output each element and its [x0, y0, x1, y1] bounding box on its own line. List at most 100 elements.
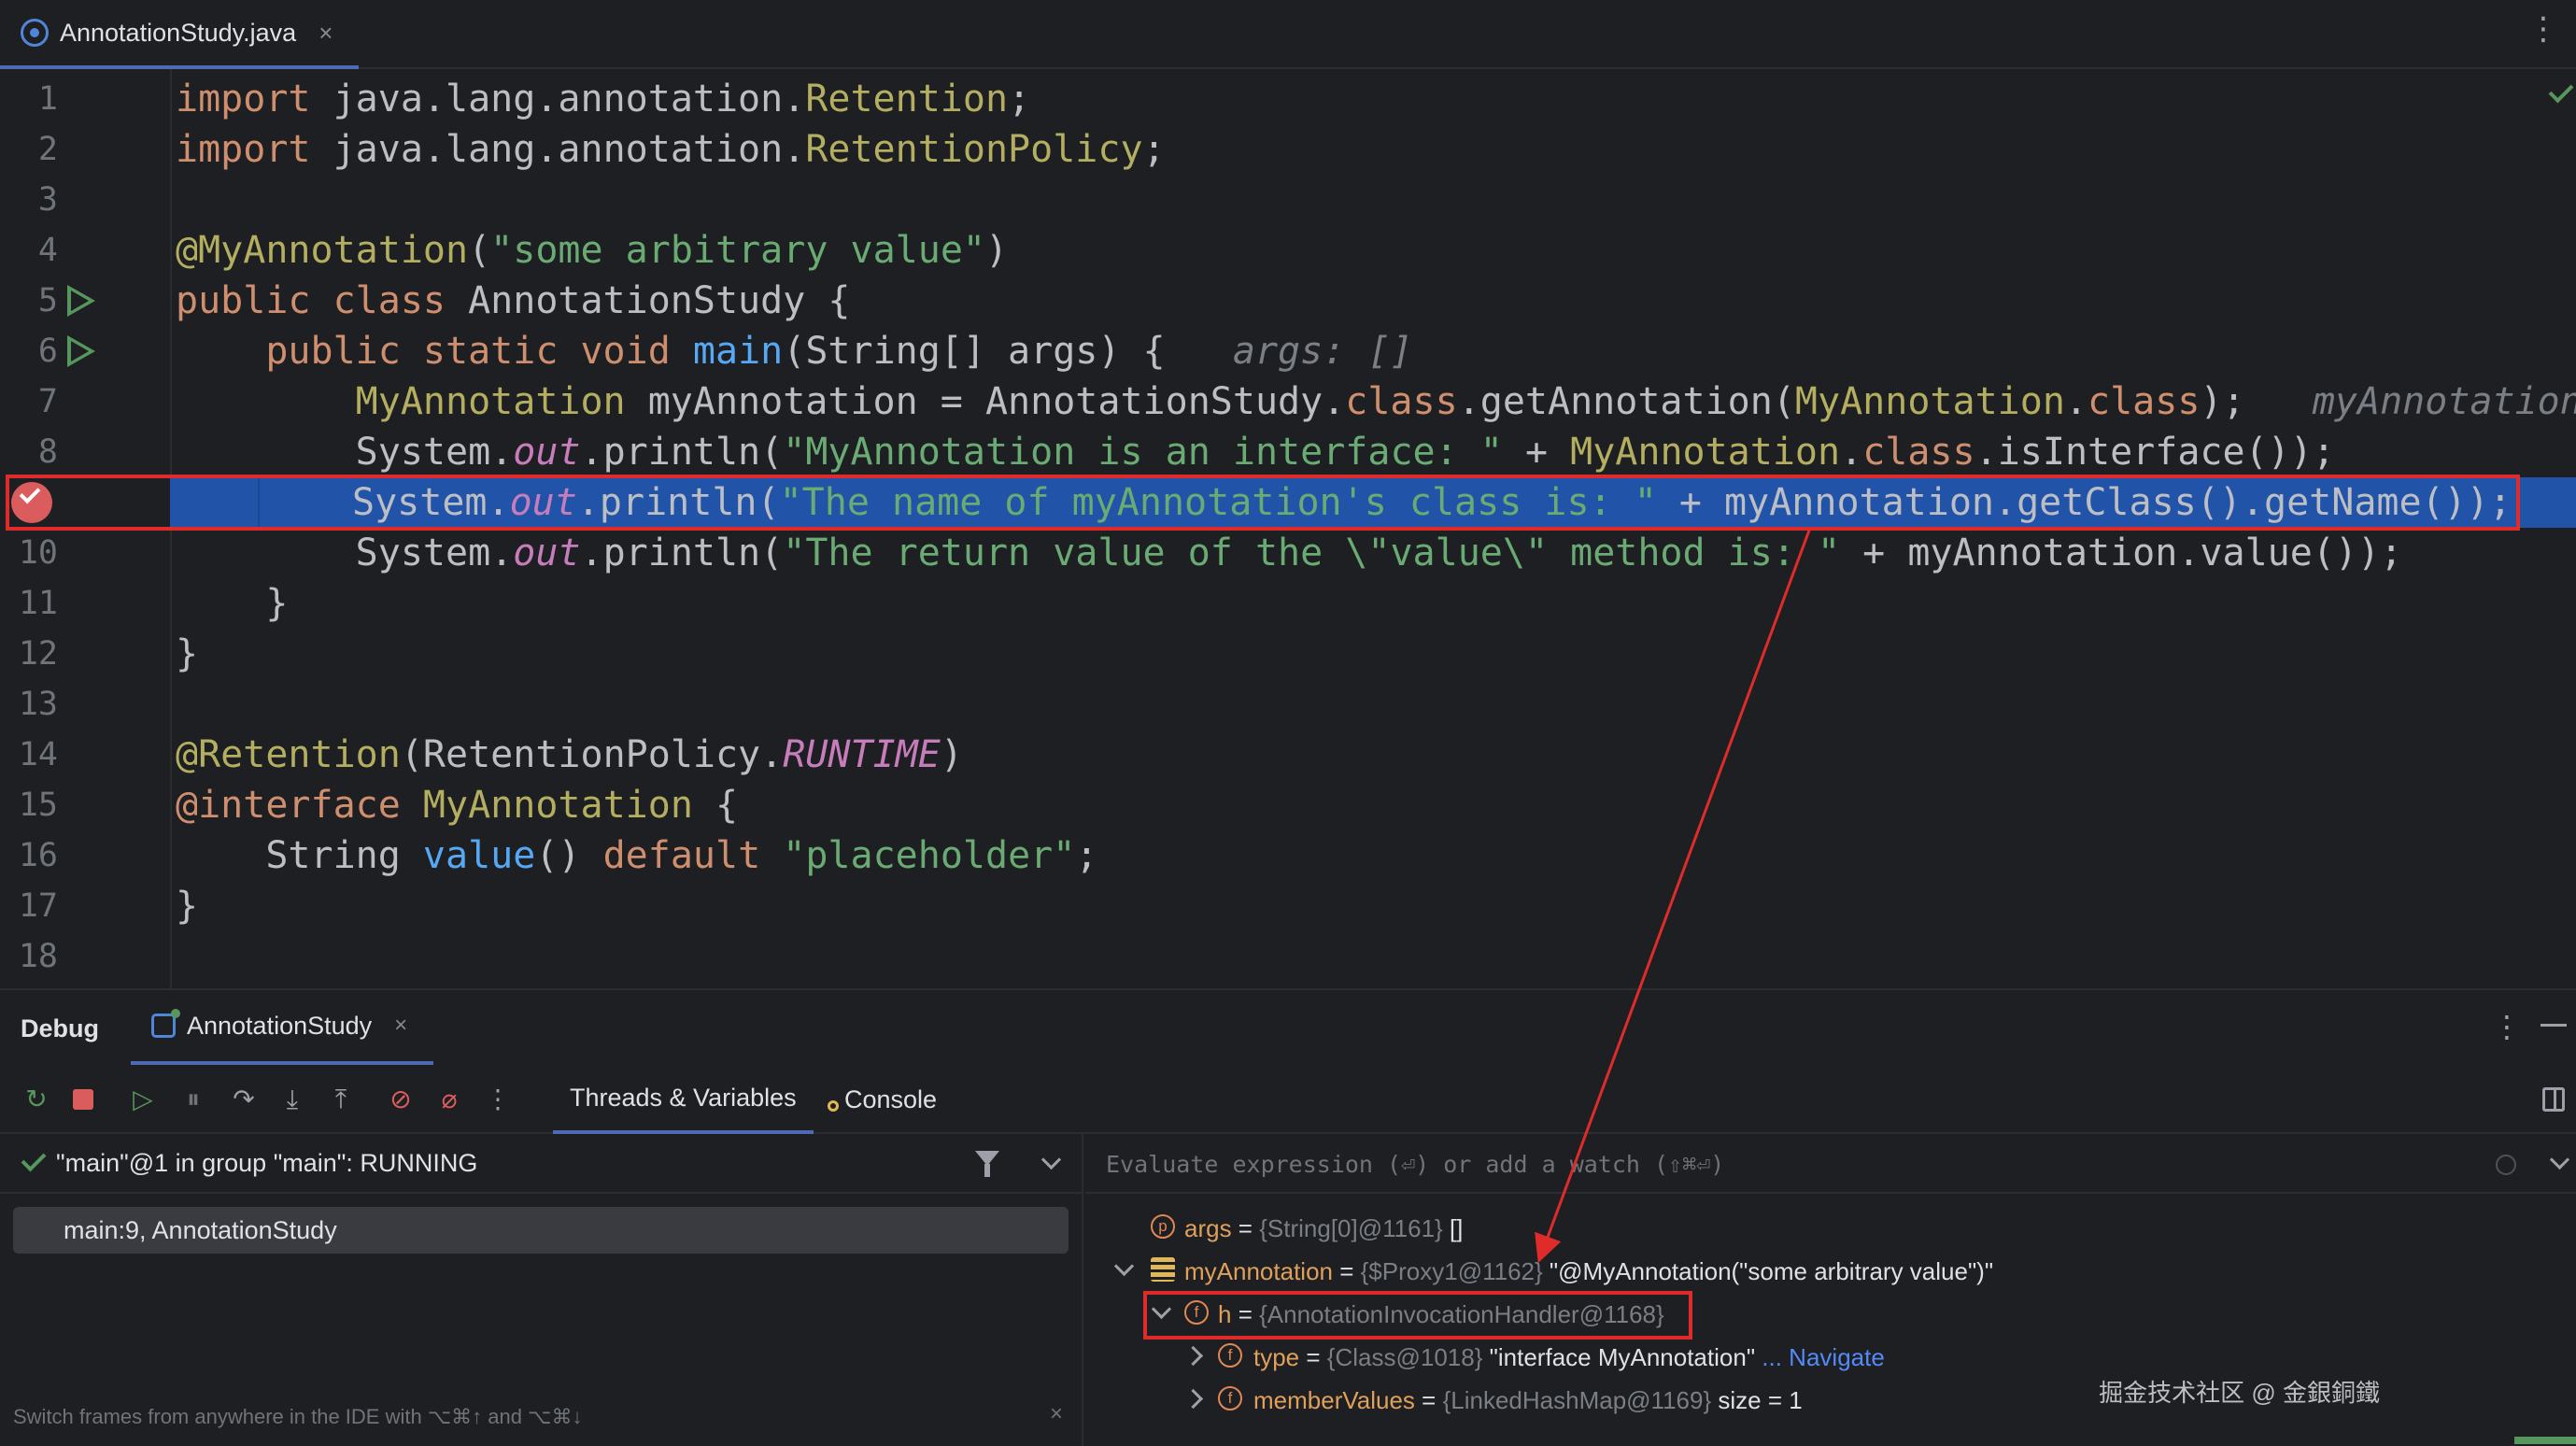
watermark-text: 掘金技术社区 @ 金銀銅鐵: [2099, 1379, 2380, 1407]
inline-value-hint: myAnnotation:: [2312, 380, 2576, 423]
code-text: MyAnnotation myAnnotation = AnnotationSt…: [176, 376, 2576, 427]
chevron-right-icon[interactable]: [1182, 1388, 1204, 1410]
tab-console-label: Console: [844, 1084, 938, 1113]
var-value: "interface MyAnnotation": [1489, 1343, 1756, 1371]
mute-breakpoints-icon[interactable]: ⌀: [433, 1084, 465, 1115]
line-number[interactable]: 5: [0, 276, 58, 326]
code-line-11: 11 }: [0, 578, 2576, 629]
close-hint-icon[interactable]: ×: [1050, 1401, 1063, 1427]
filter-icon[interactable]: [975, 1151, 999, 1177]
line-number[interactable]: 18: [0, 931, 58, 982]
var-name: myAnnotation: [1184, 1257, 1333, 1285]
minimize-icon[interactable]: [2541, 1024, 2567, 1027]
layout-settings-icon[interactable]: [2542, 1087, 2565, 1112]
code-text: }: [176, 582, 289, 625]
line-number[interactable]: 7: [0, 376, 58, 427]
run-main-icon[interactable]: [67, 335, 95, 367]
close-tab-icon[interactable]: ×: [318, 19, 333, 48]
view-breakpoints-icon[interactable]: ⊘: [385, 1084, 417, 1115]
code-line-3: 3: [0, 175, 2576, 225]
code-line-17: 17 }: [0, 881, 2576, 931]
code-line-2: 2 import java.lang.annotation.RetentionP…: [0, 124, 2576, 175]
code-line-7: 7 MyAnnotation myAnnotation = Annotation…: [0, 376, 2576, 427]
code-text: public static void main(String[] args) {…: [265, 330, 1413, 373]
debug-session-tab[interactable]: AnnotationStudy ×: [131, 990, 433, 1065]
step-out-icon[interactable]: ⤒: [325, 1084, 357, 1115]
tab-threads-variables[interactable]: Threads & Variables: [553, 1065, 814, 1134]
tab-title: AnnotationStudy.java: [60, 18, 297, 47]
code-line-16: 16 String value() default "placeholder";: [0, 830, 2576, 881]
inline-value-hint: my: [2512, 481, 2576, 524]
step-into-icon[interactable]: ⤓: [276, 1084, 308, 1115]
debug-title: Debug: [21, 1014, 99, 1042]
stop-icon[interactable]: [67, 1084, 99, 1115]
variable-row-type[interactable]: f type = {Class@1018} "interface MyAnnot…: [1085, 1336, 2576, 1379]
line-number[interactable]: 14: [0, 730, 58, 780]
more-options-icon[interactable]: ⋮: [2492, 1009, 2522, 1044]
debug-toolbar: ↻ ▷ ⏸ ↷ ⤓ ⤒ ⊘ ⌀ ⋮ Threads & Variables Co…: [0, 1065, 2576, 1134]
tab-console[interactable]: Console: [814, 1065, 954, 1134]
evaluate-expression-input[interactable]: Evaluate expression (⏎) or add a watch (…: [1085, 1134, 2576, 1194]
code-editor[interactable]: 1 import java.lang.annotation.Retention;…: [0, 69, 2576, 988]
line-number[interactable]: 15: [0, 780, 58, 830]
code-text: import java.lang.annotation.Retention;: [176, 78, 1031, 120]
navigate-link[interactable]: ... Navigate: [1762, 1343, 1885, 1371]
thread-status: "main"@1 in group "main": RUNNING: [56, 1149, 478, 1177]
code-text: System.out.println("MyAnnotation is an i…: [355, 431, 2335, 474]
highlight-box-handler-variable: [1143, 1291, 1692, 1340]
local-variable-icon: [1151, 1257, 1175, 1282]
line-number[interactable]: 8: [0, 427, 58, 477]
line-number[interactable]: 12: [0, 629, 58, 679]
thread-running-check-icon: [21, 1146, 47, 1172]
line-number[interactable]: 2: [0, 124, 58, 175]
code-line-14: 14 @Retention(RetentionPolicy.RUNTIME): [0, 730, 2576, 780]
var-name: memberValues: [1253, 1386, 1415, 1414]
status-strip: [2514, 1437, 2576, 1444]
thread-selector[interactable]: "main"@1 in group "main": RUNNING: [0, 1134, 1082, 1194]
more-options-icon[interactable]: ⋮: [2527, 13, 2559, 45]
step-over-icon[interactable]: ↷: [228, 1084, 260, 1115]
run-class-icon[interactable]: [67, 285, 95, 317]
code-line-1: 1 import java.lang.annotation.Retention;: [0, 74, 2576, 124]
editor-tab-bar: AnnotationStudy.java × ⋮: [0, 0, 2576, 69]
tab-annotationstudy-java[interactable]: AnnotationStudy.java ×: [0, 0, 359, 69]
variable-row-args[interactable]: p args = {String[0]@1161} []: [1085, 1207, 2576, 1250]
close-session-icon[interactable]: ×: [394, 1013, 407, 1039]
line-number[interactable]: 13: [0, 679, 58, 730]
code-line-13: 13: [0, 679, 2576, 730]
var-name: args: [1184, 1214, 1232, 1242]
add-watch-icon[interactable]: [2496, 1155, 2516, 1175]
line-number[interactable]: 6: [0, 326, 58, 376]
line-number[interactable]: 17: [0, 881, 58, 931]
chevron-down-icon[interactable]: [1113, 1255, 1135, 1277]
frames-pane: "main"@1 in group "main": RUNNING main:9…: [0, 1134, 1083, 1446]
line-number[interactable]: 11: [0, 578, 58, 629]
variable-row-myannotation[interactable]: myAnnotation = {$Proxy1@1162} "@MyAnnota…: [1085, 1250, 2576, 1293]
more-actions-icon[interactable]: ⋮: [482, 1084, 514, 1115]
line-number[interactable]: 16: [0, 830, 58, 881]
var-value: size = 1: [1711, 1386, 1803, 1414]
code-line-6: 6 public static void main(String[] args)…: [0, 326, 2576, 376]
rerun-icon[interactable]: ↻: [21, 1084, 52, 1115]
stack-frame-label: main:9, AnnotationStudy: [64, 1216, 337, 1244]
code-text: @interface MyAnnotation {: [176, 784, 739, 827]
var-value: "@MyAnnotation("some arbitrary value")": [1549, 1257, 1994, 1285]
console-icon: [828, 1100, 839, 1112]
chevron-right-icon[interactable]: [1182, 1345, 1204, 1367]
line-number[interactable]: 3: [0, 175, 58, 225]
field-icon: f: [1218, 1386, 1242, 1411]
line-number[interactable]: 1: [0, 74, 58, 124]
code-text: @Retention(RetentionPolicy.RUNTIME): [176, 733, 963, 776]
stack-frame-row[interactable]: main:9, AnnotationStudy: [13, 1207, 1069, 1254]
line-number[interactable]: 4: [0, 225, 58, 276]
var-name: type: [1253, 1343, 1300, 1371]
field-icon: f: [1218, 1343, 1242, 1368]
pause-icon[interactable]: ⏸: [177, 1084, 209, 1115]
var-value: []: [1449, 1214, 1464, 1242]
chevron-down-icon[interactable]: [2549, 1149, 2570, 1170]
var-type: {Class@1018}: [1326, 1343, 1483, 1371]
session-label: AnnotationStudy: [187, 1011, 373, 1040]
chevron-down-icon[interactable]: [1040, 1149, 1062, 1170]
resume-icon[interactable]: ▷: [127, 1084, 159, 1115]
line-number[interactable]: 10: [0, 528, 58, 578]
